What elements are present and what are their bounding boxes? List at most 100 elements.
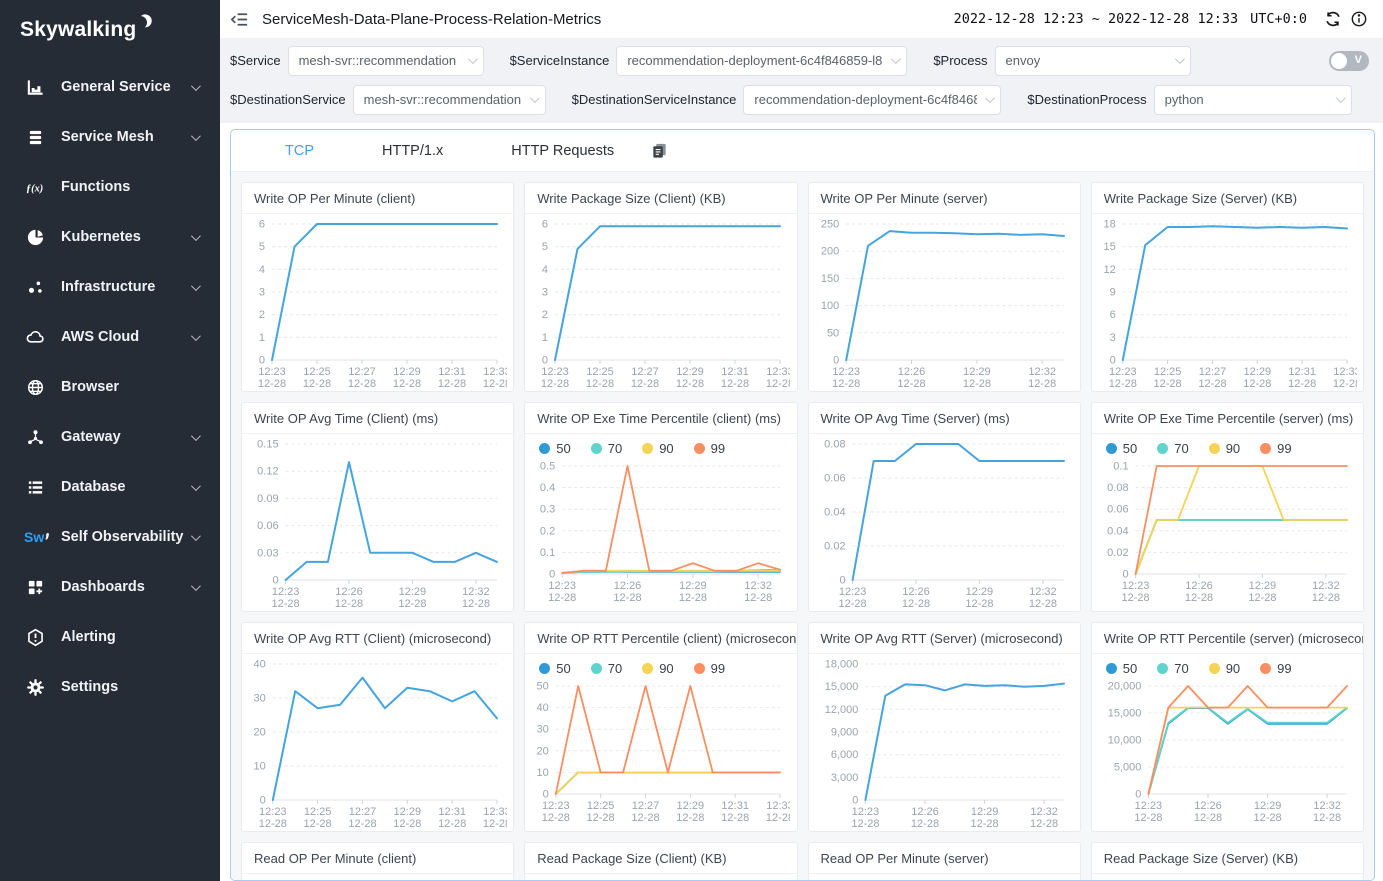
sidebar-item-self-observability[interactable]: SwSelf Observability: [0, 512, 220, 562]
sidebar-item-settings[interactable]: Settings: [0, 662, 220, 712]
sidebar-item-browser[interactable]: Browser: [0, 362, 220, 412]
svg-text:12-28: 12-28: [1288, 378, 1316, 390]
legend-item[interactable]: 50: [539, 441, 570, 456]
legend-label: 70: [1174, 661, 1188, 676]
legend-label: 99: [1277, 661, 1291, 676]
chevron-down-icon: [191, 431, 201, 441]
svg-text:12:26: 12:26: [897, 366, 925, 378]
chart-canvas[interactable]: 3.512:2312-2812:2512-2812:2712-2812:2912…: [531, 876, 790, 880]
sidebar-item-general-service[interactable]: General Service: [0, 62, 220, 112]
svg-text:12-28: 12-28: [1312, 592, 1340, 604]
svg-text:12-28: 12-28: [965, 598, 993, 610]
svg-text:5: 5: [542, 241, 548, 253]
svg-text:200: 200: [820, 246, 838, 258]
chart-canvas[interactable]: 0102030405012:2312-2812:2512-2812:2712-2…: [531, 678, 790, 826]
svg-text:0: 0: [260, 795, 266, 807]
legend-item[interactable]: 99: [694, 661, 725, 676]
svg-text:12:32: 12:32: [1029, 586, 1057, 598]
chart-canvas[interactable]: 15012:2312-2812:2612-2812:2912-2812:3212…: [815, 876, 1074, 880]
collapse-sidebar-icon[interactable]: [230, 8, 252, 30]
sidebar-item-service-mesh[interactable]: Service Mesh: [0, 112, 220, 162]
copy-icon[interactable]: [650, 140, 672, 162]
sidebar-item-aws-cloud[interactable]: AWS Cloud: [0, 312, 220, 362]
legend-item[interactable]: 90: [1209, 661, 1240, 676]
sidebar-item-database[interactable]: Database: [0, 462, 220, 512]
chart-canvas[interactable]: 012345612:2312-2812:2512-2812:2712-2812:…: [248, 216, 507, 392]
tab-tcp[interactable]: TCP: [251, 130, 348, 172]
legend-dot: [1106, 443, 1117, 454]
kubernetes-icon: [24, 227, 46, 247]
chart-title: Write OP Per Minute (client): [242, 183, 513, 214]
legend-item[interactable]: 90: [642, 441, 673, 456]
chart-canvas[interactable]: 1212:2312-2812:2512-2812:2712-2812:2912-…: [1098, 876, 1357, 880]
legend-item[interactable]: 70: [591, 661, 622, 676]
chart-canvas[interactable]: 036912151812:2312-2812:2512-2812:2712-28…: [1098, 216, 1357, 392]
filter-label: $Service: [230, 53, 281, 68]
chart-canvas[interactable]: 05,00010,00015,00020,00012:2312-2812:261…: [1098, 678, 1357, 826]
chart-canvas[interactable]: 03,0006,0009,00012,00015,00018,00012:231…: [815, 656, 1074, 832]
legend-item[interactable]: 99: [1260, 441, 1291, 456]
svg-text:12-28: 12-28: [541, 378, 569, 390]
tab-http-requests[interactable]: HTTP Requests: [477, 130, 648, 172]
select-serviceinstance[interactable]: recommendation-deployment-6c4f846859-l8r…: [616, 46, 907, 76]
select-destinationservice[interactable]: mesh-svr::recommendation: [353, 85, 546, 115]
legend-item[interactable]: 70: [591, 441, 622, 456]
tab-http-1.x[interactable]: HTTP/1.x: [348, 130, 477, 172]
sidebar-item-infrastructure[interactable]: Infrastructure: [0, 262, 220, 312]
svg-text:12-28: 12-28: [438, 378, 466, 390]
legend-item[interactable]: 70: [1157, 441, 1188, 456]
svg-text:12:33: 12:33: [483, 366, 507, 378]
legend-item[interactable]: 99: [1260, 661, 1291, 676]
chart-canvas[interactable]: 05010015020025012:2312-2812:2612-2812:29…: [815, 216, 1074, 392]
svg-text:12-28: 12-28: [970, 818, 998, 830]
time-range[interactable]: 2022-12-28 12:23 ~ 2022-12-28 12:33: [954, 11, 1238, 27]
chart-canvas[interactable]: 00.020.040.060.080.112:2312-2812:2612-28…: [1098, 458, 1357, 606]
svg-text:1: 1: [259, 332, 265, 344]
legend-item[interactable]: 50: [1106, 661, 1137, 676]
sidebar-item-kubernetes[interactable]: Kubernetes: [0, 212, 220, 262]
chart-canvas[interactable]: 01020304012:2312-2812:2512-2812:2712-281…: [248, 656, 507, 832]
charts-grid: Write OP Per Minute (client)012345612:23…: [231, 172, 1374, 880]
chart-canvas[interactable]: 00.030.060.090.120.1512:2312-2812:2612-2…: [248, 436, 507, 612]
info-icon[interactable]: [1349, 9, 1369, 29]
svg-text:6: 6: [1110, 309, 1116, 321]
svg-text:12:33: 12:33: [1333, 366, 1357, 378]
svg-text:12:33: 12:33: [767, 366, 791, 378]
svg-text:12-28: 12-28: [632, 812, 660, 824]
refresh-icon[interactable]: [1323, 9, 1343, 29]
svg-text:3.5: 3.5: [540, 879, 555, 881]
dashboard-panel: TCPHTTP/1.xHTTP Requests Write OP Per Mi…: [230, 129, 1375, 881]
legend-item[interactable]: 90: [642, 661, 673, 676]
legend-item[interactable]: 50: [539, 661, 570, 676]
select-process[interactable]: envoy: [995, 46, 1191, 76]
chart-canvas[interactable]: 00.10.20.30.40.512:2312-2812:2612-2812:2…: [531, 458, 790, 606]
legend-label: 99: [1277, 441, 1291, 456]
sidebar-item-alerting[interactable]: Alerting: [0, 612, 220, 662]
sidebar-item-gateway[interactable]: Gateway: [0, 412, 220, 462]
select-destinationserviceinstance[interactable]: recommendation-deployment-6c4f846859-l8r…: [743, 85, 1001, 115]
chart-canvas[interactable]: 012345612:2312-2812:2512-2812:2712-2812:…: [531, 216, 790, 392]
svg-text:12-28: 12-28: [462, 598, 490, 610]
svg-text:12-28: 12-28: [766, 378, 790, 390]
auto-refresh-toggle[interactable]: V: [1329, 51, 1369, 71]
legend-item[interactable]: 70: [1157, 661, 1188, 676]
svg-text:3: 3: [259, 287, 265, 299]
svg-text:12:23: 12:23: [542, 800, 570, 812]
globe-icon: [24, 377, 46, 397]
svg-text:12-28: 12-28: [832, 378, 860, 390]
svg-text:12-28: 12-28: [259, 818, 287, 830]
sidebar-item-functions[interactable]: ƒ(x)Functions: [0, 162, 220, 212]
sidebar-item-dashboards[interactable]: Dashboards: [0, 562, 220, 612]
legend-item[interactable]: 90: [1209, 441, 1240, 456]
sidebar-menu: General ServiceService Meshƒ(x)Functions…: [0, 62, 220, 712]
svg-text:12-28: 12-28: [1198, 378, 1226, 390]
legend-item[interactable]: 50: [1106, 441, 1137, 456]
svg-text:12:26: 12:26: [902, 586, 930, 598]
svg-text:0: 0: [1110, 355, 1116, 367]
select-destinationprocess[interactable]: python: [1154, 85, 1352, 115]
chart-canvas[interactable]: 00.020.040.060.0812:2312-2812:2612-2812:…: [815, 436, 1074, 612]
chart-canvas[interactable]: 1012:2312-2812:2512-2812:2712-2812:2912-…: [248, 876, 507, 880]
select-service[interactable]: mesh-svr::recommendation: [288, 46, 484, 76]
legend-item[interactable]: 99: [694, 441, 725, 456]
legend-label: 50: [1123, 441, 1137, 456]
